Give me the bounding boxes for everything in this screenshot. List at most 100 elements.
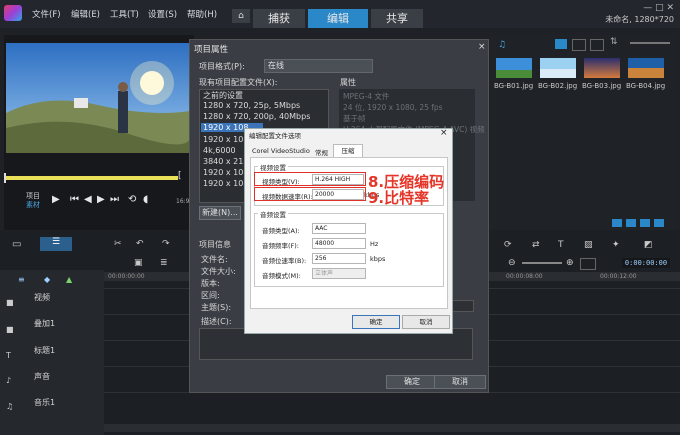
thumbnail-label: BG-B04.jpg <box>626 82 666 90</box>
field-label: 区间: <box>201 291 220 300</box>
options-cancel-button[interactable]: 取消 <box>402 315 450 329</box>
end-icon[interactable]: ⏭ <box>110 194 119 205</box>
path-icon[interactable]: ◩ <box>644 240 653 250</box>
menu-edit[interactable]: 编辑(E) <box>71 8 100 20</box>
filter-icon[interactable]: ✦ <box>612 240 620 250</box>
profile-item[interactable]: 1920 x 108 <box>203 179 248 188</box>
track-manager-icon[interactable]: ≡ <box>18 275 25 284</box>
tab-general[interactable]: 常规 <box>315 147 328 157</box>
project-info-label: 项目信息 <box>199 240 231 249</box>
profile-item[interactable]: 1920 x 108 <box>203 135 248 144</box>
fit-icon[interactable] <box>580 258 596 270</box>
library-option-icon[interactable] <box>640 219 650 227</box>
bracket-icon[interactable]: [ <box>178 171 182 181</box>
thumbnail-label: BG-B01.jpg <box>494 82 534 90</box>
properties-label: 属性 <box>340 78 356 87</box>
highlight-video-type <box>254 172 366 186</box>
annotation-bitrate: 9.比特率 <box>368 189 430 207</box>
music-icon[interactable]: ♫ <box>498 40 506 50</box>
add-chapter-icon[interactable]: ◆ <box>44 275 50 284</box>
timecode-display[interactable]: 0:00:00:00 <box>622 258 670 268</box>
property-line: 24 位, 1920 x 1080, 25 fps <box>343 103 443 112</box>
track-label-video[interactable]: 视频 <box>34 292 50 303</box>
track-label-music[interactable]: 音乐1 <box>34 397 55 408</box>
subject-input[interactable] <box>452 300 474 312</box>
format-select[interactable]: 在线 <box>264 59 373 73</box>
play-icon[interactable]: ▶ <box>52 194 60 205</box>
ruler-time: 00:00:00:00 <box>108 273 145 280</box>
audio-bitrate-select[interactable]: 256 <box>312 253 366 264</box>
profile-item[interactable]: 3840 x 216 <box>203 157 248 166</box>
home-start-icon[interactable]: ⏮ <box>70 194 79 205</box>
track-label-overlay[interactable]: 叠加1 <box>34 318 55 329</box>
profile-item[interactable]: 之前的设置 <box>203 90 243 101</box>
window-controls[interactable]: — □ ✕ <box>643 3 674 13</box>
audio-freq-select[interactable]: 48000 <box>312 238 366 249</box>
ripple-icon[interactable]: ▲ <box>66 275 72 284</box>
title-icon[interactable]: T <box>558 240 564 250</box>
menu-settings[interactable]: 设置(S) <box>148 8 177 20</box>
prev-frame-icon[interactable]: ◀ <box>84 194 92 205</box>
menu-file[interactable]: 文件(F) <box>32 8 61 20</box>
scrub-bar[interactable] <box>6 176 178 180</box>
thumbnail-bg-b02[interactable] <box>540 58 576 78</box>
volume-icon[interactable]: ◖ <box>143 194 148 205</box>
repeat-icon[interactable]: ⟲ <box>128 194 136 205</box>
thumbnail-bg-b04[interactable] <box>628 58 664 78</box>
tab-share[interactable]: 共享 <box>371 9 423 28</box>
menu-help[interactable]: 帮助(H) <box>187 8 217 20</box>
timeline-scrollbar[interactable] <box>104 424 680 432</box>
project-name: 未命名, 1280*720 <box>605 15 674 24</box>
mixer-icon[interactable]: ≣ <box>160 258 168 268</box>
profile-item[interactable]: 1920 x 108 <box>203 168 248 177</box>
tab-capture[interactable]: 捕获 <box>253 9 305 28</box>
view-details-icon[interactable] <box>590 39 604 51</box>
record-icon[interactable]: ▣ <box>134 258 143 268</box>
overlay-track-icon: ■ <box>6 325 14 334</box>
video-preview <box>6 43 190 153</box>
clip-mode-label[interactable]: 素材 <box>26 200 40 210</box>
thumbnail-bg-b03[interactable] <box>584 58 620 78</box>
library-option-icon[interactable] <box>612 219 622 227</box>
profile-item[interactable]: 4k,6000 <box>203 146 236 155</box>
new-profile-button[interactable]: 新建(N)... <box>199 206 241 220</box>
tab-corel[interactable]: Corel VideoStudio <box>252 147 310 155</box>
tools-icon[interactable]: ✂ <box>114 239 122 249</box>
zoom-out-icon[interactable]: ⊖ <box>508 258 516 268</box>
track-label-voice[interactable]: 声音 <box>34 371 50 382</box>
project-ok-button[interactable]: 确定 <box>386 375 438 389</box>
tab-compression[interactable]: 压缩 <box>333 144 363 158</box>
zoom-in-icon[interactable]: ⊕ <box>566 258 574 268</box>
undo-icon[interactable]: ↶ <box>136 239 144 249</box>
tab-edit[interactable]: 编辑 <box>308 9 368 28</box>
view-grid-icon[interactable] <box>572 39 586 51</box>
options-ok-button[interactable]: 确定 <box>352 315 400 329</box>
music-track-icon: ♫ <box>6 402 14 411</box>
title-track-icon: T <box>6 351 11 360</box>
next-frame-icon[interactable]: ▶ <box>97 194 105 205</box>
storyboard-view-icon[interactable]: ▭ <box>12 239 21 250</box>
menu-tools[interactable]: 工具(T) <box>110 8 139 20</box>
sort-icon[interactable]: ⇅ <box>610 37 618 47</box>
redo-icon[interactable]: ↷ <box>162 239 170 249</box>
audio-type-select[interactable]: AAC <box>312 223 366 234</box>
ruler-time: 00:00:12:00 <box>600 273 637 280</box>
close-icon[interactable]: × <box>440 128 448 138</box>
flip-icon[interactable]: ⇄ <box>532 240 540 250</box>
timeline-view-icon[interactable]: ☰ <box>40 237 72 251</box>
track-transition-icon[interactable]: ⟳ <box>504 240 512 250</box>
home-icon[interactable]: ⌂ <box>232 9 250 23</box>
library-option-icon[interactable] <box>626 219 636 227</box>
zoom-slider[interactable] <box>522 262 562 264</box>
profile-item[interactable]: 1280 x 720, 25p, 5Mbps <box>203 101 300 110</box>
view-list-icon[interactable] <box>555 39 567 49</box>
close-icon[interactable]: × <box>478 42 486 52</box>
graphics-icon[interactable]: ▨ <box>584 240 593 250</box>
profile-item[interactable]: 1280 x 720, 200p, 40Mbps <box>203 112 310 121</box>
project-cancel-button[interactable]: 取消 <box>434 375 486 389</box>
profiles-label: 现有项目配置文件(X): <box>199 78 278 87</box>
thumbnail-size-slider[interactable] <box>630 42 670 44</box>
thumbnail-bg-b01[interactable] <box>496 58 532 78</box>
track-label-title[interactable]: 标题1 <box>34 345 55 356</box>
library-option-icon[interactable] <box>654 219 664 227</box>
